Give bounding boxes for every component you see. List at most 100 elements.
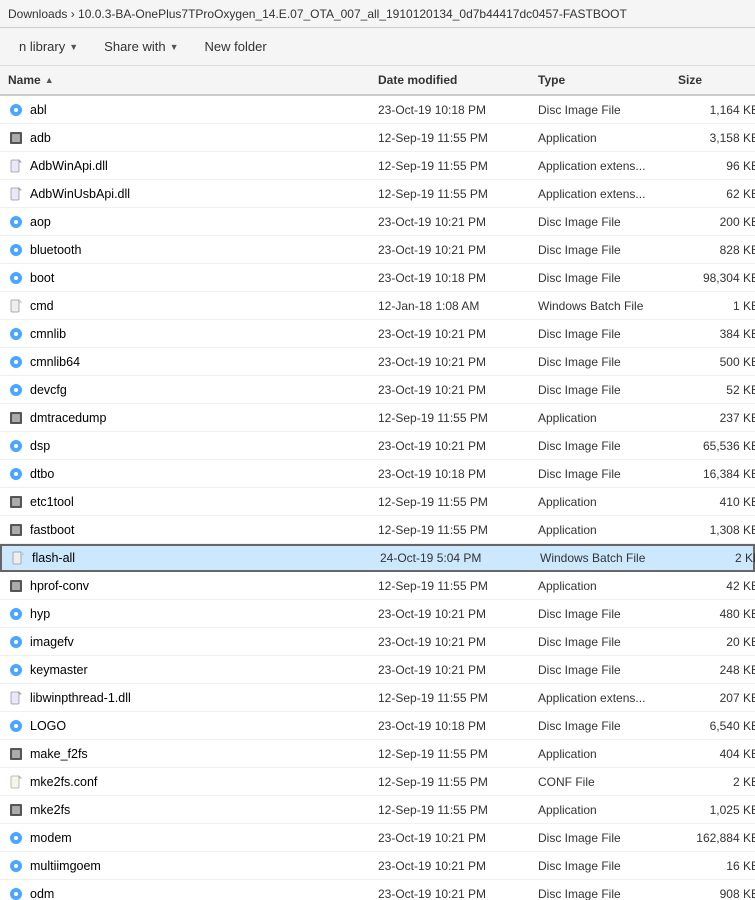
file-size: 16 KB xyxy=(678,859,755,873)
col-header-date[interactable]: Date modified xyxy=(378,73,538,87)
library-button[interactable]: n library ▼ xyxy=(8,35,89,58)
table-row[interactable]: modem 23-Oct-19 10:21 PM Disc Image File… xyxy=(0,824,755,852)
table-row[interactable]: fastboot 12-Sep-19 11:55 PM Application … xyxy=(0,516,755,544)
file-size: 1,164 KB xyxy=(678,103,755,117)
file-type: Disc Image File xyxy=(538,859,678,873)
file-type: Disc Image File xyxy=(538,831,678,845)
file-date: 12-Sep-19 11:55 PM xyxy=(378,775,538,789)
file-name: adb xyxy=(30,131,51,145)
file-type: Application xyxy=(538,131,678,145)
table-row[interactable]: abl 23-Oct-19 10:18 PM Disc Image File 1… xyxy=(0,96,755,124)
file-name: bluetooth xyxy=(30,243,81,257)
file-name: mke2fs.conf xyxy=(30,775,97,789)
file-size: 2 KB xyxy=(678,775,755,789)
table-row[interactable]: hyp 23-Oct-19 10:21 PM Disc Image File 4… xyxy=(0,600,755,628)
file-date: 12-Sep-19 11:55 PM xyxy=(378,691,538,705)
table-row[interactable]: dtbo 23-Oct-19 10:18 PM Disc Image File … xyxy=(0,460,755,488)
table-row[interactable]: mke2fs.conf 12-Sep-19 11:55 PM CONF File… xyxy=(0,768,755,796)
file-date: 23-Oct-19 10:18 PM xyxy=(378,719,538,733)
file-type: Application xyxy=(538,523,678,537)
file-type: Disc Image File xyxy=(538,887,678,900)
table-row[interactable]: boot 23-Oct-19 10:18 PM Disc Image File … xyxy=(0,264,755,292)
file-type: Disc Image File xyxy=(538,103,678,117)
table-row[interactable]: adb 12-Sep-19 11:55 PM Application 3,158… xyxy=(0,124,755,152)
table-row[interactable]: bluetooth 23-Oct-19 10:21 PM Disc Image … xyxy=(0,236,755,264)
new-folder-label: New folder xyxy=(205,39,267,54)
table-row[interactable]: flash-all 24-Oct-19 5:04 PM Windows Batc… xyxy=(0,544,755,572)
file-size: 62 KB xyxy=(678,187,755,201)
col-header-size[interactable]: Size xyxy=(678,73,755,87)
file-name: dmtracedump xyxy=(30,411,106,425)
share-with-button[interactable]: Share with ▼ xyxy=(93,35,189,58)
new-folder-button[interactable]: New folder xyxy=(194,35,278,58)
table-row[interactable]: libwinpthread-1.dll 12-Sep-19 11:55 PM A… xyxy=(0,684,755,712)
file-size: 1,025 KB xyxy=(678,803,755,817)
file-icon xyxy=(8,158,24,174)
file-name: odm xyxy=(30,887,54,900)
table-row[interactable]: cmnlib 23-Oct-19 10:21 PM Disc Image Fil… xyxy=(0,320,755,348)
table-row[interactable]: multiimgoem 23-Oct-19 10:21 PM Disc Imag… xyxy=(0,852,755,880)
file-icon xyxy=(8,774,24,790)
file-size: 908 KB xyxy=(678,887,755,900)
table-row[interactable]: imagefv 23-Oct-19 10:21 PM Disc Image Fi… xyxy=(0,628,755,656)
table-row[interactable]: AdbWinApi.dll 12-Sep-19 11:55 PM Applica… xyxy=(0,152,755,180)
table-row[interactable]: dsp 23-Oct-19 10:21 PM Disc Image File 6… xyxy=(0,432,755,460)
file-type: Disc Image File xyxy=(538,663,678,677)
file-size: 500 KB xyxy=(678,355,755,369)
file-date: 23-Oct-19 10:21 PM xyxy=(378,355,538,369)
file-type: Windows Batch File xyxy=(540,551,680,565)
file-icon xyxy=(8,130,24,146)
file-icon xyxy=(8,858,24,874)
table-row[interactable]: dmtracedump 12-Sep-19 11:55 PM Applicati… xyxy=(0,404,755,432)
file-date: 23-Oct-19 10:21 PM xyxy=(378,215,538,229)
file-type: Application xyxy=(538,747,678,761)
file-icon xyxy=(8,354,24,370)
file-icon xyxy=(8,270,24,286)
table-row[interactable]: cmd 12-Jan-18 1:08 AM Windows Batch File… xyxy=(0,292,755,320)
file-date: 23-Oct-19 10:21 PM xyxy=(378,859,538,873)
file-name: make_f2fs xyxy=(30,747,88,761)
file-icon xyxy=(8,690,24,706)
file-name: AdbWinUsbApi.dll xyxy=(30,187,130,201)
table-row[interactable]: cmnlib64 23-Oct-19 10:21 PM Disc Image F… xyxy=(0,348,755,376)
file-name: cmnlib64 xyxy=(30,355,80,369)
file-size: 200 KB xyxy=(678,215,755,229)
file-date: 12-Sep-19 11:55 PM xyxy=(378,579,538,593)
file-date: 12-Sep-19 11:55 PM xyxy=(378,803,538,817)
share-chevron-icon: ▼ xyxy=(170,42,179,52)
table-row[interactable]: make_f2fs 12-Sep-19 11:55 PM Application… xyxy=(0,740,755,768)
title-bar: Downloads › 10.0.3-BA-OnePlus7TProOxygen… xyxy=(0,0,755,28)
library-chevron-icon: ▼ xyxy=(69,42,78,52)
file-icon xyxy=(8,522,24,538)
file-type: Disc Image File xyxy=(538,607,678,621)
file-name: cmnlib xyxy=(30,327,66,341)
file-name: keymaster xyxy=(30,663,88,677)
file-date: 24-Oct-19 5:04 PM xyxy=(380,551,540,565)
file-date: 23-Oct-19 10:21 PM xyxy=(378,831,538,845)
file-date: 12-Sep-19 11:55 PM xyxy=(378,495,538,509)
table-row[interactable]: etc1tool 12-Sep-19 11:55 PM Application … xyxy=(0,488,755,516)
col-header-type[interactable]: Type xyxy=(538,73,678,87)
file-icon xyxy=(8,438,24,454)
col-header-name[interactable]: Name ▲ xyxy=(8,73,378,87)
table-row[interactable]: LOGO 23-Oct-19 10:18 PM Disc Image File … xyxy=(0,712,755,740)
table-row[interactable]: aop 23-Oct-19 10:21 PM Disc Image File 2… xyxy=(0,208,755,236)
file-size: 1,308 KB xyxy=(678,523,755,537)
file-icon xyxy=(8,886,24,900)
table-row[interactable]: devcfg 23-Oct-19 10:21 PM Disc Image Fil… xyxy=(0,376,755,404)
table-row[interactable]: AdbWinUsbApi.dll 12-Sep-19 11:55 PM Appl… xyxy=(0,180,755,208)
file-type: Disc Image File xyxy=(538,383,678,397)
file-date: 23-Oct-19 10:21 PM xyxy=(378,663,538,677)
file-icon xyxy=(8,298,24,314)
file-icon xyxy=(8,466,24,482)
table-row[interactable]: mke2fs 12-Sep-19 11:55 PM Application 1,… xyxy=(0,796,755,824)
table-row[interactable]: odm 23-Oct-19 10:21 PM Disc Image File 9… xyxy=(0,880,755,900)
table-row[interactable]: keymaster 23-Oct-19 10:21 PM Disc Image … xyxy=(0,656,755,684)
file-type: Disc Image File xyxy=(538,719,678,733)
file-size: 480 KB xyxy=(678,607,755,621)
file-name: mke2fs xyxy=(30,803,70,817)
file-icon xyxy=(8,494,24,510)
file-name: LOGO xyxy=(30,719,66,733)
file-name: hprof-conv xyxy=(30,579,89,593)
table-row[interactable]: hprof-conv 12-Sep-19 11:55 PM Applicatio… xyxy=(0,572,755,600)
